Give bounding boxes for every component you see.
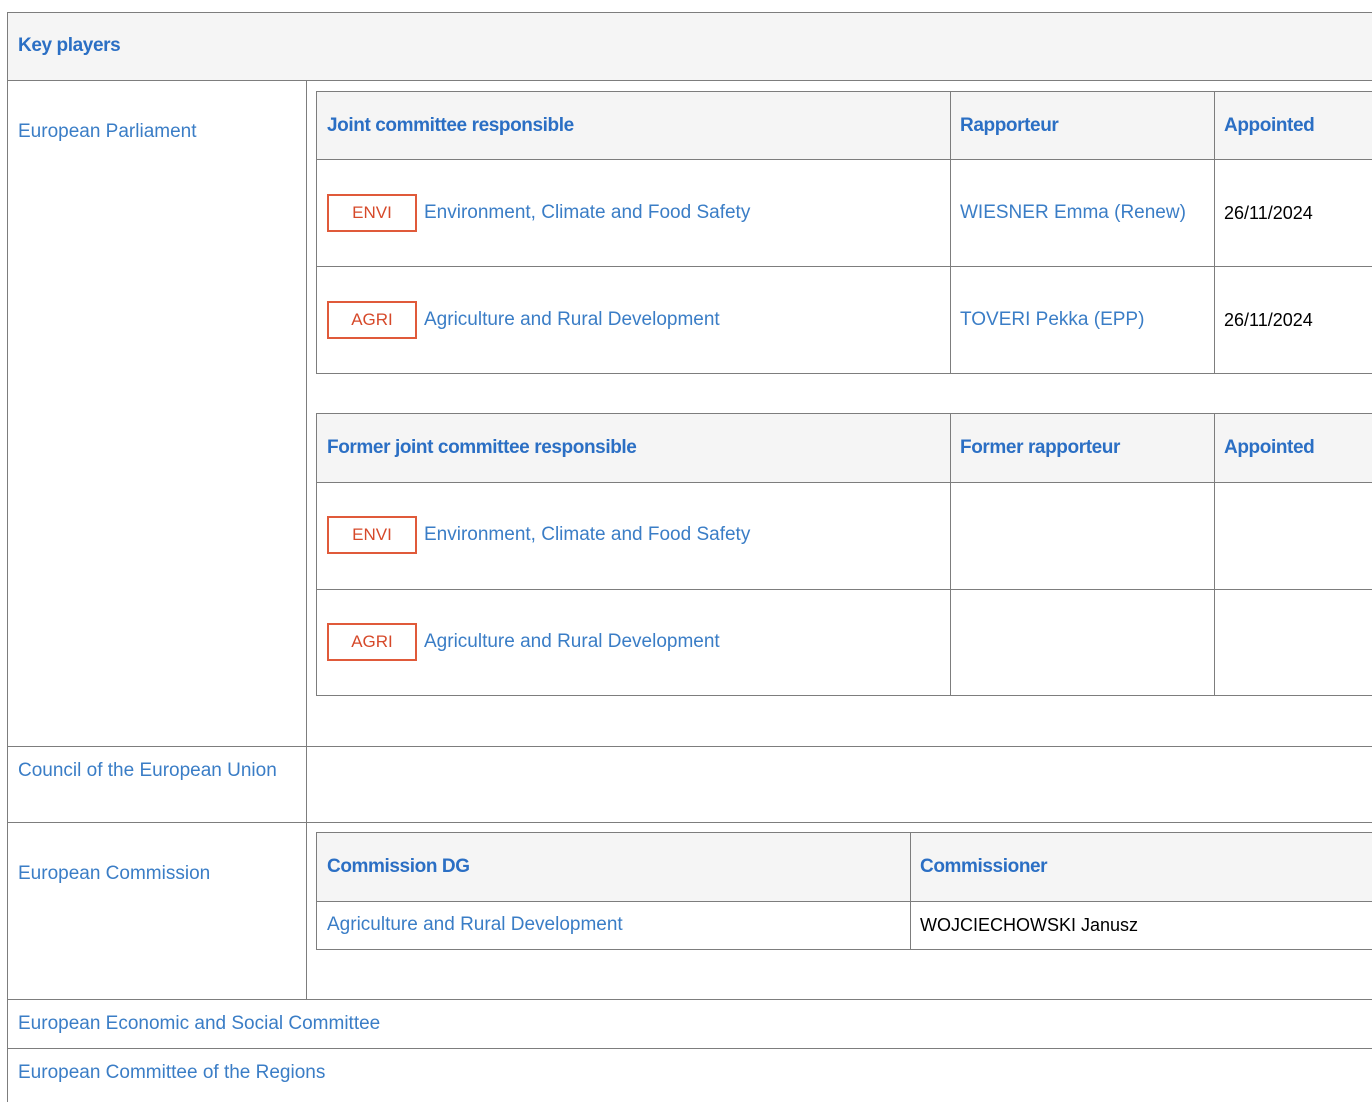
committee-badge-agri[interactable]: AGRI bbox=[327, 623, 417, 661]
col-divider bbox=[950, 413, 951, 696]
column-divider bbox=[306, 80, 307, 999]
row-label-eesc[interactable]: European Economic and Social Committee bbox=[18, 1010, 380, 1038]
key-players-title[interactable]: Key players bbox=[18, 35, 121, 57]
divider bbox=[7, 999, 1372, 1000]
row-label-council[interactable]: Council of the European Union bbox=[18, 757, 278, 785]
appointed-date: 26/11/2024 bbox=[1224, 203, 1313, 223]
commission-dg-link[interactable]: Agriculture and Rural Development bbox=[327, 914, 623, 936]
row-label-european-commission[interactable]: European Commission bbox=[18, 860, 210, 888]
divider bbox=[7, 746, 1372, 747]
divider bbox=[7, 80, 1372, 81]
col-divider bbox=[1214, 413, 1215, 696]
rapporteur-link[interactable]: TOVERI Pekka (EPP) bbox=[960, 309, 1144, 331]
key-players-header bbox=[8, 13, 1372, 80]
table-header-row bbox=[317, 833, 1372, 901]
col-divider bbox=[910, 832, 911, 950]
header-joint-committee: Joint committee responsible bbox=[327, 115, 574, 136]
header-appointed: Appointed bbox=[1224, 115, 1315, 136]
row-label-european-parliament[interactable]: European Parliament bbox=[18, 118, 197, 146]
committee-badge-envi[interactable]: ENVI bbox=[327, 194, 417, 232]
committee-badge-envi[interactable]: ENVI bbox=[327, 516, 417, 554]
rapporteur-link[interactable]: WIESNER Emma (Renew) bbox=[960, 202, 1186, 224]
header-rapporteur: Rapporteur bbox=[960, 115, 1059, 136]
row-label-committee-of-regions[interactable]: European Committee of the Regions bbox=[18, 1059, 325, 1087]
header-commissioner: Commissioner bbox=[920, 856, 1048, 877]
commissioner-name: WOJCIECHOWSKI Janusz bbox=[920, 915, 1139, 935]
committee-name-link[interactable]: Environment, Climate and Food Safety bbox=[424, 524, 750, 546]
header-appointed: Appointed bbox=[1224, 437, 1315, 458]
row-divider bbox=[316, 901, 1372, 902]
divider bbox=[7, 1048, 1372, 1049]
committee-name-link[interactable]: Agriculture and Rural Development bbox=[424, 631, 720, 653]
header-commission-dg: Commission DG bbox=[327, 856, 470, 877]
col-divider bbox=[1214, 91, 1215, 374]
committee-name-link[interactable]: Environment, Climate and Food Safety bbox=[424, 202, 750, 224]
divider bbox=[7, 822, 1372, 823]
appointed-date: 26/11/2024 bbox=[1224, 310, 1313, 330]
col-divider bbox=[950, 91, 951, 374]
committee-badge-agri[interactable]: AGRI bbox=[327, 301, 417, 339]
header-former-rapporteur: Former rapporteur bbox=[960, 437, 1121, 458]
header-former-joint-committee: Former joint committee responsible bbox=[327, 437, 637, 458]
committee-name-link[interactable]: Agriculture and Rural Development bbox=[424, 309, 720, 331]
